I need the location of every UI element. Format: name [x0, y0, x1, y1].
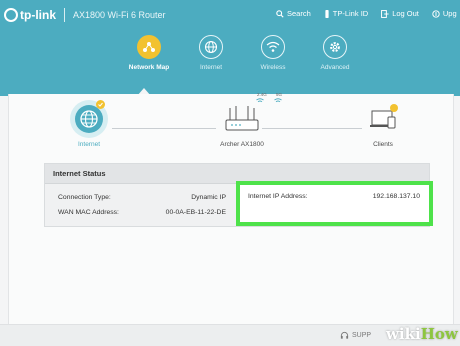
tab-wireless-label: Wireless [260, 64, 286, 71]
globe-icon [75, 105, 103, 133]
internet-router-link [112, 128, 216, 129]
id-icon [325, 9, 329, 18]
search-icon [276, 9, 284, 18]
tp-link-logo-icon [4, 8, 18, 22]
tab-advanced[interactable]: Advanced [304, 35, 366, 71]
router-model: AX1800 Wi-Fi 6 Router [73, 10, 166, 20]
search-link[interactable]: Search [276, 9, 311, 18]
wikihow-watermark: wikiHow [386, 325, 458, 343]
upgrade-link[interactable]: Upg [432, 9, 457, 18]
network-map-icon [137, 35, 161, 59]
connection-type-value: Dynamic IP [191, 194, 226, 201]
logout-icon [381, 9, 389, 18]
top-header: tp-link AX1800 Wi-Fi 6 Router Search TP-… [0, 0, 460, 96]
upgrade-label: Upg [442, 9, 457, 18]
logout-label: Log Out [392, 9, 419, 18]
headset-icon [340, 331, 349, 339]
tab-network-map[interactable]: Network Map [118, 35, 180, 71]
band-5g-label: 5G [276, 92, 283, 97]
tab-network-map-label: Network Map [128, 64, 170, 71]
internet-ip-value: 192.168.137.10 [372, 193, 420, 200]
internet-node-label: Internet [77, 141, 101, 148]
wan-mac-value: 00-0A-EB-11-22-DE [165, 209, 226, 216]
main-nav: Network Map Internet Wireless Advanced [118, 35, 366, 71]
router-node-label: Archer AX1800 [220, 141, 264, 148]
ip-address-highlight [236, 181, 433, 226]
globe-icon [199, 35, 223, 59]
brand[interactable]: tp-link AX1800 Wi-Fi 6 Router [4, 8, 166, 22]
router-clients-link [262, 128, 362, 129]
wifi-5g-icon [274, 98, 282, 103]
router-icon[interactable] [222, 104, 262, 136]
connection-type-label: Connection Type: [58, 194, 111, 201]
tab-wireless[interactable]: Wireless [242, 35, 304, 71]
wifi-24g-icon [256, 98, 264, 103]
top-links: Search TP-Link ID Log Out Upg [276, 9, 460, 18]
clients-badge-icon [390, 104, 398, 112]
tab-internet-label: Internet [199, 64, 223, 71]
upgrade-icon [432, 9, 440, 18]
band-24g-label: 2.4G [257, 92, 267, 97]
search-link-label: Search [287, 9, 311, 18]
watermark-wiki: wiki [386, 325, 421, 343]
internet-ip-label: Internet IP Address: [248, 193, 308, 200]
tp-link-id-label: TP-Link ID [332, 9, 369, 18]
tp-link-id-link[interactable]: TP-Link ID [324, 9, 368, 18]
brand-name: tp-link [20, 8, 56, 22]
watermark-how: How [420, 325, 458, 343]
internet-warning-icon [96, 100, 105, 109]
tab-advanced-label: Advanced [320, 64, 350, 71]
wifi-icon [261, 35, 285, 59]
brand-divider [64, 8, 65, 22]
tab-internet[interactable]: Internet [180, 35, 242, 71]
support-link[interactable]: SUPP [340, 331, 371, 340]
gear-icon [323, 35, 347, 59]
wan-mac-label: WAN MAC Address: [58, 209, 119, 216]
logout-link[interactable]: Log Out [381, 9, 419, 18]
clients-node-label: Clients [373, 141, 393, 148]
support-label: SUPP [352, 332, 372, 339]
